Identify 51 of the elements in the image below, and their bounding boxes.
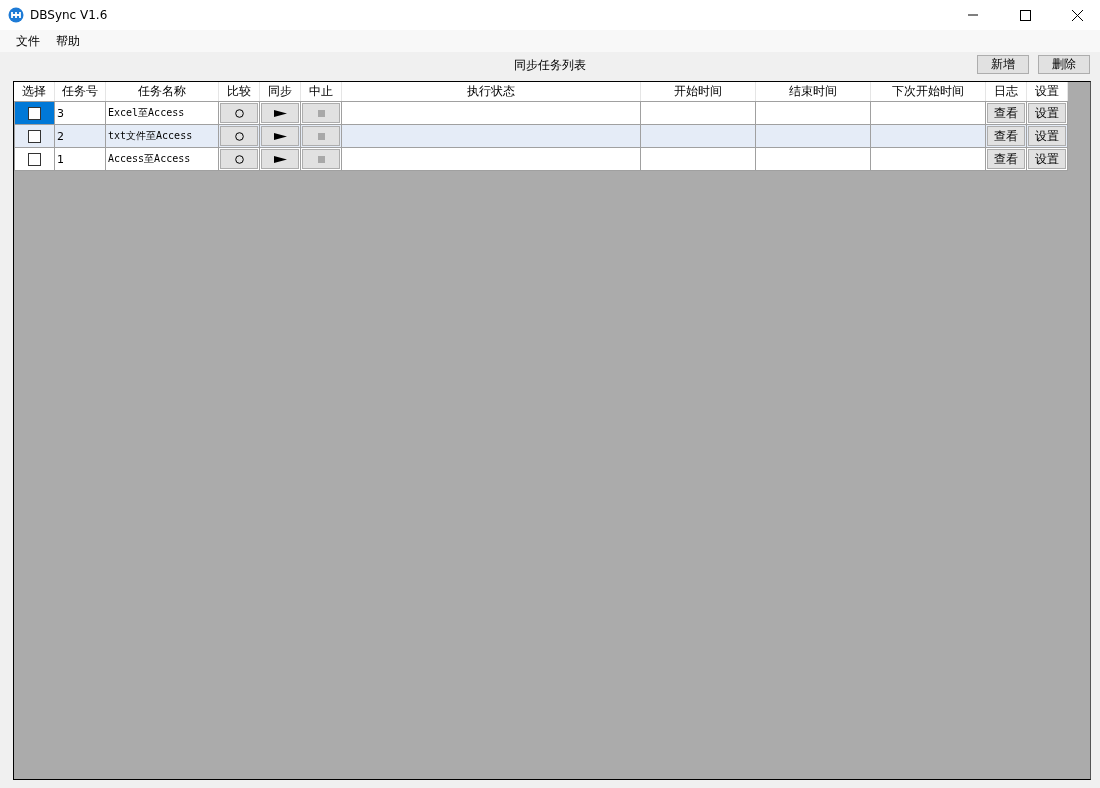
play-icon [273,132,287,140]
column-header: 执行状态 [341,82,641,102]
settings-button[interactable]: 设置 [1028,126,1066,146]
settings-button[interactable]: 设置 [1028,103,1066,123]
circle-icon [234,108,244,118]
stop-icon [317,132,325,140]
compare-button[interactable] [220,149,258,169]
select-cell[interactable] [14,124,55,148]
select-cell[interactable] [14,147,55,171]
column-header: 结束时间 [755,82,871,102]
menu-item[interactable]: 帮助 [48,32,88,50]
close-icon [1071,9,1083,21]
column-header: 日志 [985,82,1027,102]
toolbar-button[interactable]: 新增 [977,55,1029,74]
sync-button[interactable] [261,103,299,123]
column-header: 选择 [14,82,55,102]
column-header: 同步 [259,82,301,102]
column-header: 中止 [300,82,342,102]
column-header: 任务名称 [105,82,219,102]
checkbox[interactable] [28,129,41,143]
stop-icon [317,109,325,117]
list-title: 同步任务列表 [514,56,586,74]
toolbar-button[interactable]: 删除 [1038,55,1090,74]
stop-icon [317,155,325,163]
column-header: 设置 [1026,82,1068,102]
settings-button[interactable]: 设置 [1028,149,1066,169]
compare-button[interactable] [220,103,258,123]
play-icon [273,109,287,117]
window-title: DBSync V1.6 [30,8,109,22]
checkbox[interactable] [28,106,41,120]
table-cell: Excel至Access [105,101,219,125]
view-log-button[interactable]: 查看 [987,149,1025,169]
circle-icon [234,131,244,141]
select-cell[interactable] [14,101,55,125]
app-logo-icon [8,7,24,23]
sync-button[interactable] [261,126,299,146]
checkbox[interactable] [28,152,41,166]
column-header: 开始时间 [640,82,756,102]
menu-item[interactable]: 文件 [8,32,48,50]
view-log-button[interactable]: 查看 [987,126,1025,146]
maximize-icon [1019,9,1031,21]
compare-button[interactable] [220,126,258,146]
table-cell: Access至Access [105,147,219,171]
view-log-button[interactable]: 查看 [987,103,1025,123]
circle-icon [234,154,244,164]
table-cell: txt文件至Access [105,124,219,148]
column-header: 任务号 [54,82,106,102]
play-icon [273,155,287,163]
column-header: 下次开始时间 [870,82,986,102]
sync-button[interactable] [261,149,299,169]
column-header: 比较 [218,82,260,102]
